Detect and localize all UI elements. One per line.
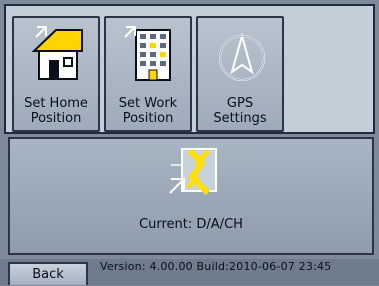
home-icon [31, 24, 84, 90]
set-home-position-button[interactable]: Set Home Position [12, 16, 100, 132]
work-building-icon [124, 24, 176, 90]
map-position-icon [169, 148, 217, 196]
gps-compass-icon [216, 24, 268, 90]
current-position-panel[interactable]: Current: D/A/CH [8, 137, 374, 255]
set-work-label-1: Set Work [118, 96, 178, 111]
gps-label-2: Settings [213, 111, 267, 126]
version-text: Version: 4.00.00 Build:2010-06-07 23:45 [100, 260, 332, 273]
set-home-label-2: Position [30, 111, 82, 126]
set-work-label-2: Position [122, 111, 174, 126]
back-button[interactable]: Back [8, 262, 88, 285]
current-position-text: Current: D/A/CH [139, 217, 243, 232]
screen: Set Home Position Set Work Position GPS … [0, 0, 379, 285]
set-home-label-1: Set Home [24, 96, 88, 111]
set-work-position-button[interactable]: Set Work Position [104, 16, 192, 132]
gps-settings-button[interactable]: GPS Settings [196, 16, 284, 132]
gps-label-1: GPS [226, 96, 254, 111]
